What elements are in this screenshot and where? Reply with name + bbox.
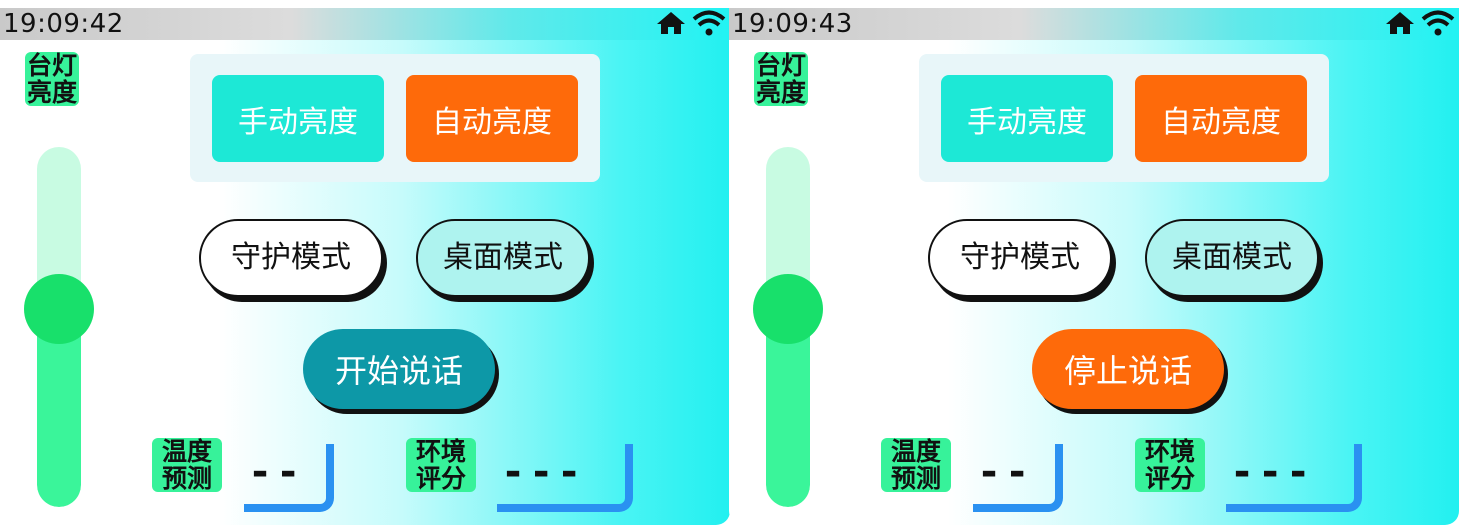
guard-mode-button[interactable]: 守护模式 <box>928 219 1112 297</box>
temperature-forecast-label: 温度 预测 <box>881 438 951 492</box>
wifi-icon <box>692 10 726 36</box>
temperature-forecast-label: 温度 预测 <box>152 438 222 492</box>
status-bar: 19:09:43 <box>729 8 1459 40</box>
lamp-brightness-label: 台灯 亮度 <box>754 51 808 107</box>
status-bar: 19:09:42 <box>0 8 730 40</box>
desk-mode-button[interactable]: 桌面模式 <box>416 219 590 297</box>
talk-button[interactable]: 停止说话 <box>1032 329 1224 409</box>
temperature-value: -- <box>248 449 305 495</box>
temperature-value: -- <box>977 449 1034 495</box>
manual-brightness-button[interactable]: 手动亮度 <box>212 75 384 162</box>
home-icon <box>657 12 685 34</box>
guard-mode-button[interactable]: 守护模式 <box>199 219 383 297</box>
temperature-value-box: -- <box>244 444 334 512</box>
environment-value: --- <box>1230 449 1315 495</box>
environment-score-label: 环境 评分 <box>406 438 476 492</box>
brightness-slider-knob[interactable] <box>24 274 94 344</box>
device-screen-right: 19:09:43 台灯 亮度 手动亮度 自动亮度 守护模式 桌面模式 停止说话 … <box>729 8 1459 525</box>
environment-value: --- <box>501 449 586 495</box>
environment-score-label: 环境 评分 <box>1135 438 1205 492</box>
environment-value-box: --- <box>1226 444 1362 512</box>
environment-value-box: --- <box>497 444 633 512</box>
main-panel: 台灯 亮度 手动亮度 自动亮度 守护模式 桌面模式 停止说话 温度 预测 -- … <box>729 40 1459 525</box>
auto-brightness-button[interactable]: 自动亮度 <box>1135 75 1307 162</box>
auto-brightness-button[interactable]: 自动亮度 <box>406 75 578 162</box>
temperature-value-box: -- <box>973 444 1063 512</box>
lamp-brightness-label: 台灯 亮度 <box>25 51 79 107</box>
clock: 19:09:42 <box>3 9 124 39</box>
main-panel: 台灯 亮度 手动亮度 自动亮度 守护模式 桌面模式 开始说话 温度 预测 -- … <box>0 40 730 525</box>
manual-brightness-button[interactable]: 手动亮度 <box>941 75 1113 162</box>
desk-mode-button[interactable]: 桌面模式 <box>1145 219 1319 297</box>
wifi-icon <box>1421 10 1455 36</box>
device-screen-left: 19:09:42 台灯 亮度 手动亮度 自动亮度 守护模式 桌面模式 开始说话 … <box>0 8 730 525</box>
home-icon <box>1386 12 1414 34</box>
clock: 19:09:43 <box>732 9 853 39</box>
talk-button[interactable]: 开始说话 <box>303 329 495 409</box>
brightness-slider-knob[interactable] <box>753 274 823 344</box>
